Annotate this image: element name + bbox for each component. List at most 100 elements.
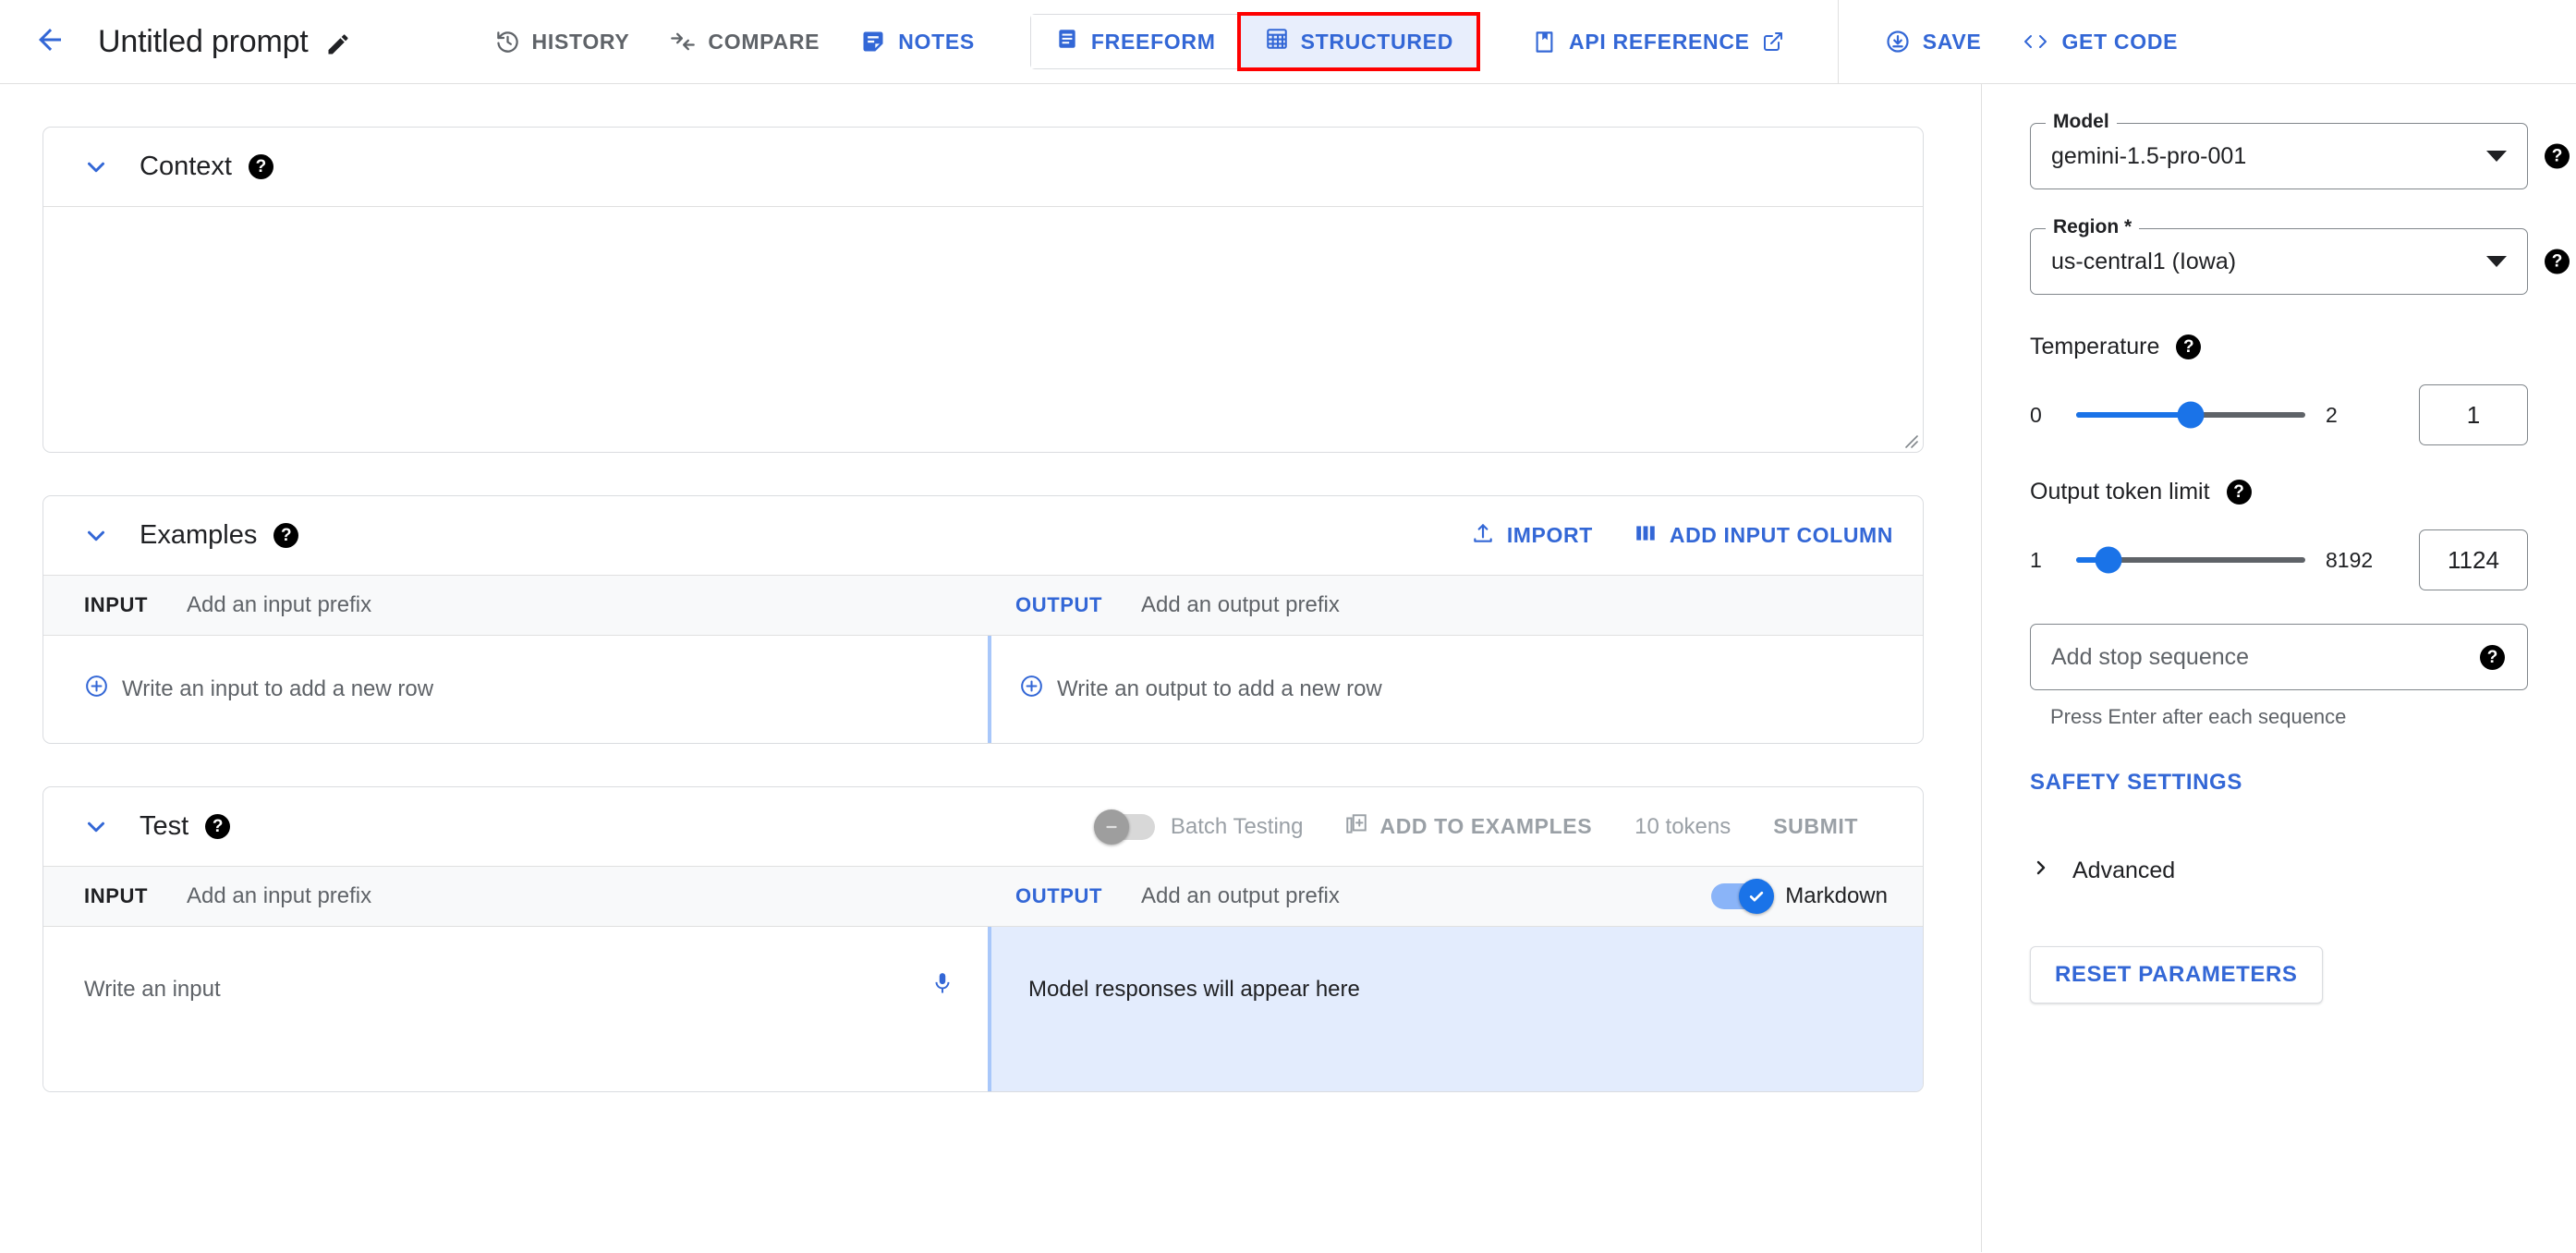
safety-settings-button[interactable]: SAFETY SETTINGS — [2030, 770, 2242, 796]
temperature-label-row: Temperature ? — [2030, 334, 2528, 360]
input-prefix-field[interactable]: Add an input prefix — [187, 883, 371, 909]
batch-testing-switch[interactable] — [1093, 809, 1155, 845]
output-token-limit-value-input[interactable]: 1124 — [2419, 529, 2528, 590]
examples-card: Examples ? IMPORT ADD INPUT COLUMN INPUT… — [43, 495, 1924, 744]
markdown-switch[interactable] — [1711, 879, 1775, 914]
output-token-limit-label-row: Output token limit ? — [2030, 479, 2528, 505]
temperature-label: Temperature — [2030, 334, 2160, 359]
examples-output-cell[interactable]: Write an output to add a new row — [988, 636, 1923, 743]
test-output-placeholder: Model responses will appear here — [1028, 977, 1360, 1002]
app-body: Context ? Examples ? IMPORT ADD INPUT CO… — [0, 84, 2576, 1252]
test-table-header: INPUT Add an input prefix OUTPUT Add an … — [43, 866, 1923, 927]
compare-arrows-icon — [670, 29, 696, 55]
context-collapse-toggle[interactable] — [77, 148, 115, 187]
test-input-header: INPUT Add an input prefix — [43, 867, 988, 926]
examples-card-header: Examples ? IMPORT ADD INPUT COLUMN — [43, 496, 1923, 575]
help-circle-icon[interactable]: ? — [2545, 249, 2570, 274]
test-row: Write an input Model responses will appe… — [43, 927, 1923, 1091]
tab-freeform[interactable]: FREEFORM — [1030, 15, 1240, 68]
temperature-max: 2 — [2326, 402, 2338, 427]
columns-icon — [1634, 521, 1658, 551]
test-collapse-toggle[interactable] — [77, 808, 115, 846]
chevron-down-icon — [2486, 256, 2507, 267]
input-prefix-field[interactable]: Add an input prefix — [187, 592, 371, 618]
parameters-panel: Model gemini-1.5-pro-001 ? Region * us-c… — [1982, 84, 2576, 1252]
code-brackets-icon — [2022, 30, 2049, 54]
output-column-tag: OUTPUT — [1015, 593, 1103, 616]
output-prefix-field[interactable]: Add an output prefix — [1141, 883, 1340, 909]
compare-button[interactable]: COMPARE — [650, 16, 840, 67]
model-label: Model — [2046, 111, 2117, 133]
temperature-value-input[interactable]: 1 — [2419, 384, 2528, 445]
context-card: Context ? — [43, 127, 1924, 453]
examples-input-cell[interactable]: Write an input to add a new row — [43, 636, 988, 743]
output-token-limit-slider[interactable] — [2076, 546, 2305, 574]
temperature-slider[interactable] — [2076, 401, 2305, 429]
help-circle-icon[interactable]: ? — [248, 154, 273, 179]
help-circle-icon[interactable]: ? — [2545, 143, 2570, 169]
chevron-right-icon — [2030, 857, 2052, 885]
output-prefix-field[interactable]: Add an output prefix — [1141, 592, 1340, 618]
context-card-header: Context ? — [43, 128, 1923, 206]
microphone-icon[interactable] — [930, 969, 954, 1002]
slider-thumb[interactable] — [2095, 546, 2122, 574]
back-button[interactable] — [20, 12, 79, 71]
pencil-edit-icon[interactable] — [325, 31, 351, 57]
examples-table-header: INPUT Add an input prefix OUTPUT Add an … — [43, 575, 1923, 636]
header-divider — [1837, 0, 1839, 84]
context-textarea[interactable] — [43, 206, 1923, 452]
submit-button[interactable]: SUBMIT — [1773, 814, 1858, 839]
batch-testing-toggle[interactable]: Batch Testing — [1093, 809, 1304, 845]
markdown-label: Markdown — [1785, 883, 1888, 908]
get-code-label: GET CODE — [2061, 29, 2179, 54]
stop-sequence-input[interactable]: Add stop sequence ? — [2030, 624, 2528, 690]
examples-collapse-toggle[interactable] — [77, 517, 115, 555]
save-button[interactable]: SAVE — [1865, 16, 2002, 67]
import-button[interactable]: IMPORT — [1471, 521, 1593, 551]
markdown-toggle[interactable]: Markdown — [1711, 879, 1888, 914]
examples-input-header: INPUT Add an input prefix — [43, 576, 988, 635]
slider-thumb[interactable] — [2177, 401, 2205, 429]
batch-testing-label: Batch Testing — [1170, 813, 1304, 839]
resize-grip-icon[interactable] — [1899, 429, 1919, 449]
get-code-button[interactable]: GET CODE — [2001, 16, 2198, 67]
mode-toggle-group: FREEFORM STRUCTURED — [1029, 12, 1481, 71]
open-in-new-icon — [1762, 30, 1784, 53]
advanced-expander[interactable]: Advanced — [2030, 857, 2528, 885]
help-circle-icon[interactable]: ? — [2226, 480, 2252, 505]
compare-label: COMPARE — [708, 29, 820, 54]
output-token-limit-min: 1 — [2030, 547, 2042, 572]
header-action-group: HISTORY COMPARE NOTES — [475, 16, 995, 67]
plus-circle-icon — [1019, 674, 1044, 705]
model-select[interactable]: Model gemini-1.5-pro-001 ? — [2030, 111, 2570, 189]
add-to-examples-button[interactable]: ADD TO EXAMPLES — [1344, 812, 1593, 842]
add-input-row-button[interactable]: Write an input to add a new row — [84, 674, 433, 705]
help-circle-icon[interactable]: ? — [205, 814, 231, 839]
help-circle-icon[interactable]: ? — [2176, 335, 2202, 359]
context-title: Context — [140, 152, 232, 181]
examples-title: Examples — [140, 520, 258, 550]
token-count: 10 tokens — [1634, 813, 1732, 839]
output-token-limit-slider-row: 1 8192 1124 — [2030, 529, 2528, 590]
output-column-tag: OUTPUT — [1015, 884, 1103, 907]
api-reference-button[interactable]: API REFERENCE — [1512, 16, 1804, 67]
stop-sequence-placeholder: Add stop sequence — [2051, 643, 2250, 670]
notes-button[interactable]: NOTES — [840, 16, 995, 67]
region-select[interactable]: Region * us-central1 (Iowa) ? — [2030, 216, 2570, 295]
tab-structured-label: STRUCTURED — [1300, 29, 1454, 54]
test-output-cell[interactable]: Model responses will appear here — [988, 927, 1923, 1091]
model-value: gemini-1.5-pro-001 — [2051, 142, 2247, 169]
test-input-cell[interactable]: Write an input — [43, 927, 988, 1091]
help-circle-icon[interactable]: ? — [273, 523, 299, 548]
tab-structured[interactable]: STRUCTURED — [1236, 12, 1481, 71]
reset-parameters-button[interactable]: RESET PARAMETERS — [2030, 946, 2323, 1004]
add-input-row-label: Write an input to add a new row — [122, 676, 434, 701]
add-input-column-button[interactable]: ADD INPUT COLUMN — [1634, 521, 1893, 551]
slider-fill — [2076, 412, 2191, 418]
main-content: Context ? Examples ? IMPORT ADD INPUT CO… — [0, 84, 1981, 1252]
history-button[interactable]: HISTORY — [475, 16, 650, 67]
freeform-lines-icon — [1055, 27, 1079, 56]
import-label: IMPORT — [1506, 523, 1593, 547]
help-circle-icon[interactable]: ? — [2480, 644, 2505, 670]
add-output-row-button[interactable]: Write an output to add a new row — [1019, 674, 1382, 705]
